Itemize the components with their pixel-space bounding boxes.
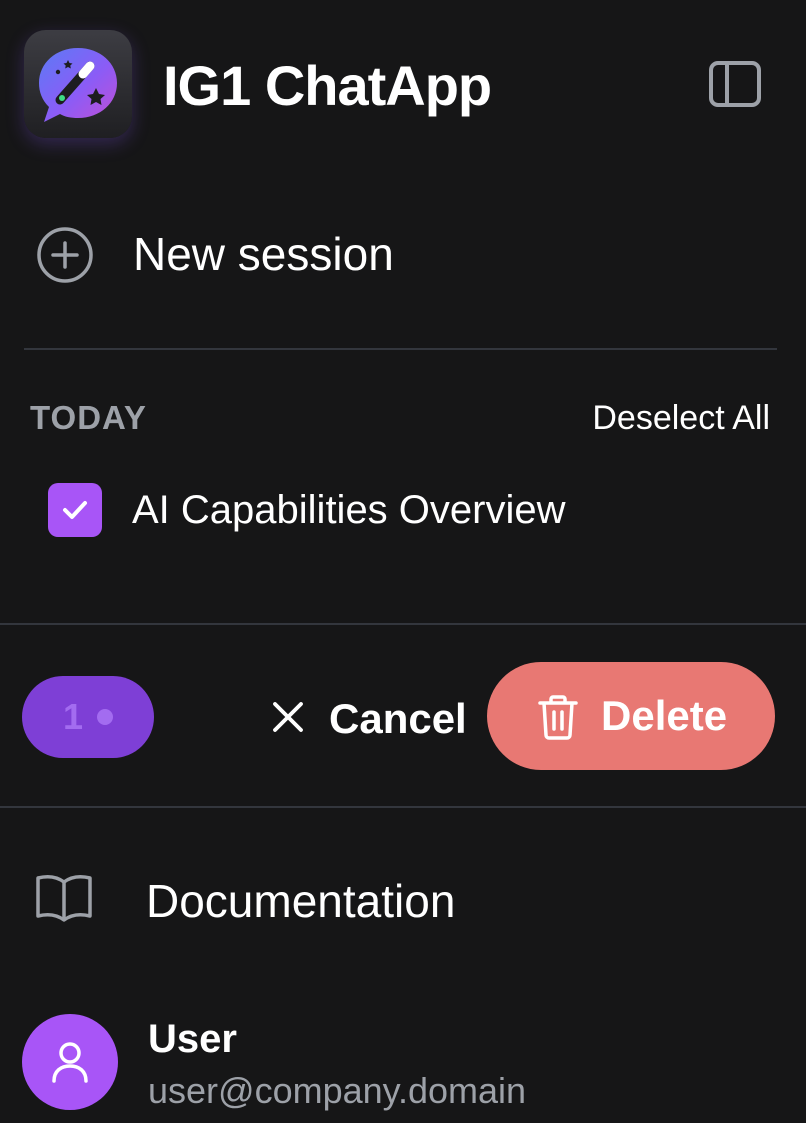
book-open-icon bbox=[36, 875, 92, 922]
checkmark-icon bbox=[63, 501, 87, 519]
new-session-button[interactable]: New session bbox=[24, 212, 776, 296]
selection-action-bar: 1 Cancel Delete bbox=[0, 624, 806, 806]
avatar bbox=[22, 1014, 118, 1110]
sidebar-toggle-button[interactable] bbox=[703, 56, 767, 112]
delete-label: Delete bbox=[601, 692, 728, 739]
divider bbox=[0, 806, 806, 808]
close-icon bbox=[273, 702, 303, 732]
session-checkbox[interactable] bbox=[48, 483, 102, 537]
app-logo bbox=[24, 30, 132, 138]
sidebar: IG1 ChatApp New session TODAY Deselect A… bbox=[0, 0, 806, 1123]
new-session-label: New session bbox=[133, 228, 394, 280]
selected-count-badge: 1 bbox=[22, 676, 154, 758]
cancel-label: Cancel bbox=[329, 695, 467, 742]
user-icon bbox=[52, 1042, 88, 1083]
cancel-button[interactable]: Cancel bbox=[262, 676, 472, 758]
delete-button[interactable]: Delete bbox=[487, 662, 775, 770]
deselect-all-button[interactable]: Deselect All bbox=[592, 398, 770, 438]
plus-circle-icon bbox=[37, 227, 93, 283]
documentation-label: Documentation bbox=[146, 875, 456, 927]
sidebar-panel-icon bbox=[709, 61, 761, 107]
chat-bubble-magic-wand-icon bbox=[39, 48, 117, 122]
session-item[interactable]: AI Capabilities Overview bbox=[24, 470, 776, 552]
selected-count: 1 bbox=[62, 696, 84, 737]
documentation-link[interactable]: Documentation bbox=[24, 858, 776, 944]
user-name: User bbox=[148, 1017, 237, 1061]
trash-icon bbox=[538, 695, 578, 740]
session-item-label: AI Capabilities Overview bbox=[132, 488, 566, 532]
count-dot bbox=[97, 709, 114, 725]
app-title: IG1 ChatApp bbox=[163, 54, 492, 117]
user-profile[interactable]: User user@company.domain bbox=[22, 1012, 782, 1123]
divider bbox=[24, 348, 777, 350]
user-email: user@company.domain bbox=[148, 1070, 527, 1111]
section-title-today: TODAY bbox=[30, 399, 147, 436]
